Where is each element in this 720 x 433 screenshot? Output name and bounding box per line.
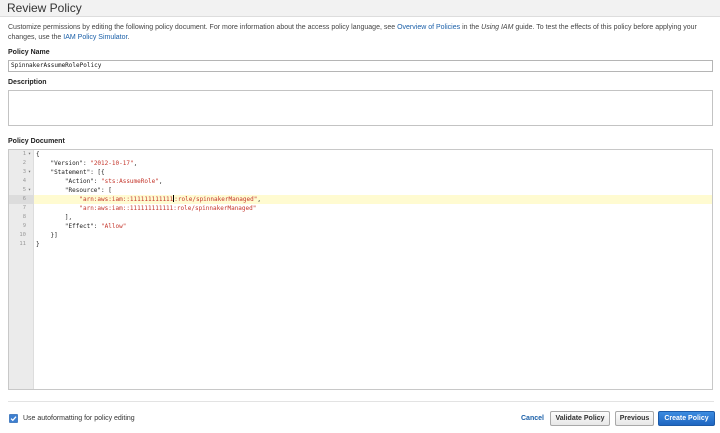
code-line[interactable]: 7 "arn:aws:iam::111111111111:role/spinna… — [9, 204, 712, 213]
code-line[interactable]: 1 ▾ { — [9, 150, 712, 159]
code-line[interactable]: 10 }] — [9, 231, 712, 240]
autoformat-checkbox[interactable] — [9, 414, 18, 423]
intro-text: Customize permissions by editing the fol… — [8, 24, 697, 41]
policy-document-editor[interactable]: 1 ▾ { 2 "Version": "2012-10-17", 3 ▾ "St… — [8, 149, 713, 390]
code-line[interactable]: 2 "Version": "2012-10-17", — [9, 159, 712, 168]
fold-arrow-icon[interactable]: ▾ — [28, 186, 31, 195]
code-line[interactable]: 8 ], — [9, 213, 712, 222]
page-header: Review Policy — [0, 0, 720, 17]
page-title: Review Policy — [7, 1, 82, 15]
code-line[interactable]: 3 ▾ "Statement": [{ — [9, 168, 712, 177]
cancel-link[interactable]: Cancel — [521, 415, 544, 422]
policy-name-input[interactable]: SpinnakerAssumeRolePolicy — [8, 60, 713, 72]
description-label: Description — [8, 79, 47, 86]
line-number: 7 — [22, 205, 26, 211]
previous-button[interactable]: Previous — [615, 411, 654, 426]
line-number: 6 — [9, 195, 34, 204]
code-line[interactable]: 9 "Effect": "Allow" — [9, 222, 712, 231]
validate-policy-button[interactable]: Validate Policy — [550, 411, 610, 426]
fold-arrow-icon[interactable]: ▾ — [28, 150, 31, 159]
footer-divider — [8, 401, 714, 402]
checkmark-icon — [10, 416, 17, 422]
description-textarea[interactable] — [8, 90, 713, 126]
code-line[interactable]: 11 } — [9, 240, 712, 249]
fold-arrow-icon[interactable]: ▾ — [28, 168, 31, 177]
line-number: 9 — [22, 223, 26, 229]
code-line-active[interactable]: 6 "arn:aws:iam::111111111111:role/spinna… — [9, 195, 712, 204]
create-policy-button[interactable]: Create Policy — [658, 411, 715, 426]
autoformat-label: Use autoformatting for policy editing — [23, 415, 135, 422]
overview-of-policies-link[interactable]: Overview of Policies — [397, 24, 460, 31]
line-number: 2 — [22, 160, 26, 166]
code-line[interactable]: 5 ▾ "Resource": [ — [9, 186, 712, 195]
policy-document-label: Policy Document — [8, 138, 65, 145]
policy-name-label: Policy Name — [8, 49, 50, 56]
line-number: 4 — [22, 178, 26, 184]
code-line[interactable]: 4 "Action": "sts:AssumeRole", — [9, 177, 712, 186]
line-number: 10 — [19, 232, 26, 238]
line-number: 8 — [22, 214, 26, 220]
iam-policy-simulator-link[interactable]: IAM Policy Simulator — [63, 34, 127, 41]
line-number: 11 — [19, 241, 26, 247]
autoformat-option[interactable]: Use autoformatting for policy editing — [9, 414, 135, 423]
